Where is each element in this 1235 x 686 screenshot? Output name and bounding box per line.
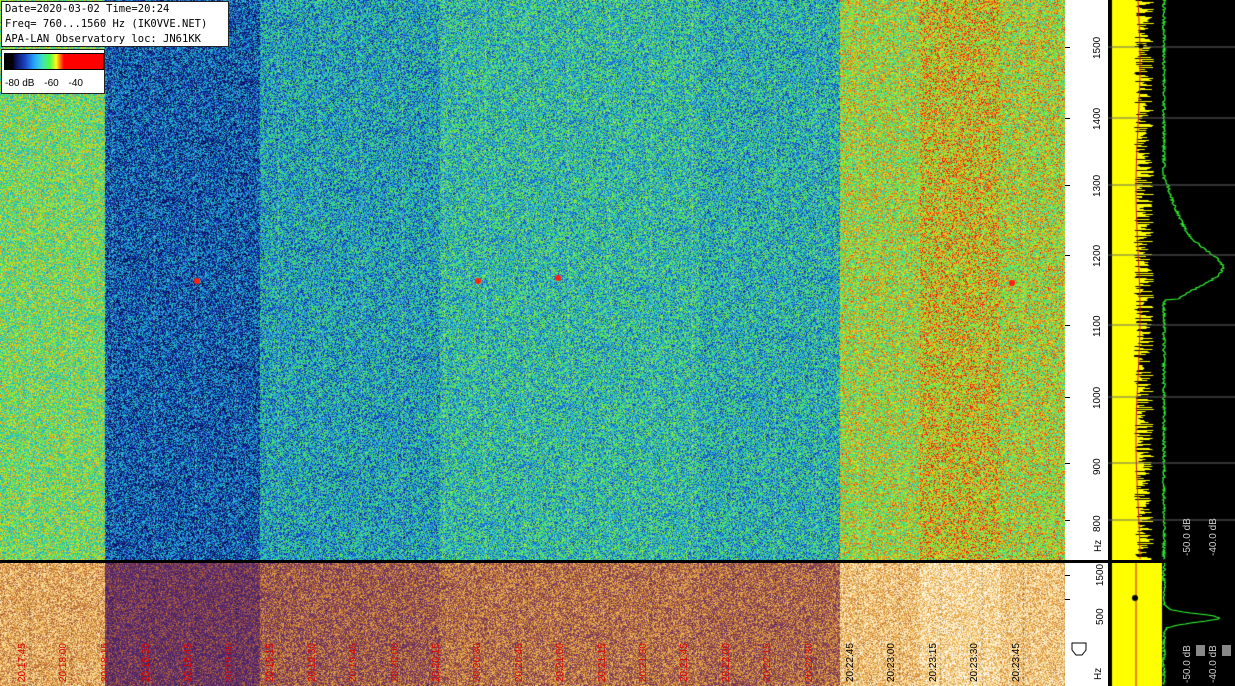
scale-label-max: -40 bbox=[68, 78, 83, 89]
lower-db-label-high: -40.0 dB bbox=[1208, 645, 1219, 683]
main-db-label-low: -50.0 dB bbox=[1182, 518, 1193, 556]
main-axis-tick-1000: 1000 bbox=[1092, 386, 1103, 409]
lower-waterfall[interactable]: 20:17:45 20:18:00 20:18:15 20:18:30 20:18:45… bbox=[0, 563, 1065, 686]
time-label: 20:23:30 bbox=[969, 643, 981, 682]
lower-frequency-axis: 1500 500 Hz bbox=[1065, 563, 1107, 686]
time-label: 20:22:30 bbox=[803, 643, 815, 682]
main-db-label-high: -40.0 dB bbox=[1208, 518, 1219, 556]
main-axis-tick-900: 900 bbox=[1092, 458, 1103, 475]
time-label: 20:19:00 bbox=[224, 643, 235, 682]
time-label: 20:21:30 bbox=[638, 643, 649, 682]
main-axis-tick-1100: 1100 bbox=[1092, 315, 1103, 337]
time-label: 20:22:45 bbox=[845, 643, 856, 682]
main-waterfall[interactable]: Date=2020-03-02 Time=20:24 Freq= 760...1… bbox=[0, 0, 1065, 560]
lower-spectrum: -50.0 dB -40.0 dB bbox=[1108, 563, 1235, 686]
filter-icon[interactable] bbox=[1071, 641, 1087, 657]
lower-db-label-low: -50.0 dB bbox=[1182, 645, 1193, 683]
scale-label-min: -80 dB bbox=[5, 78, 35, 89]
info-frequency: Freq= 760...1560 Hz (IK0VVE.NET) bbox=[5, 18, 208, 30]
info-box: Date=2020-03-02 Time=20:24 Freq= 760...1… bbox=[1, 1, 229, 47]
main-axis-tick-1400: 1400 bbox=[1092, 107, 1103, 130]
main-axis-unit: Hz bbox=[1093, 539, 1104, 552]
info-observatory: APA-LAN Observatory loc: JN61KK bbox=[5, 33, 201, 45]
time-label: 20:19:30 bbox=[306, 643, 318, 682]
time-label: 20:20:00 bbox=[389, 643, 401, 682]
info-date-time: Date=2020-03-02 Time=20:24 bbox=[5, 3, 170, 15]
time-label: 20:20:30 bbox=[472, 643, 484, 682]
lower-axis-tick-500: 500 bbox=[1095, 608, 1106, 625]
main-spectrum-canvas bbox=[1108, 0, 1235, 560]
color-scale: -80 dB -60 -40 bbox=[1, 49, 105, 94]
color-scale-bar bbox=[4, 53, 104, 70]
lower-axis-tick-1500: 1500 bbox=[1095, 563, 1106, 587]
main-waterfall-canvas[interactable] bbox=[0, 0, 1065, 560]
main-axis-tick-1500: 1500 bbox=[1092, 36, 1103, 59]
main-axis-tick-1200: 1200 bbox=[1092, 244, 1103, 267]
time-label: 20:23:15 bbox=[927, 643, 939, 682]
time-label: 20:17:45 bbox=[17, 643, 28, 682]
time-label: 20:18:15 bbox=[99, 643, 111, 682]
time-label: 20:20:15 bbox=[431, 643, 442, 682]
main-frequency-axis: 1500 1400 1300 1200 1100 1000 900 800 Hz bbox=[1065, 0, 1107, 560]
lower-axis-unit: Hz bbox=[1093, 667, 1104, 680]
lower-spectrum-marker-2 bbox=[1222, 645, 1231, 656]
time-label: 20:18:00 bbox=[58, 643, 70, 682]
time-label: 20:19:45 bbox=[348, 643, 360, 682]
time-label: 20:18:45 bbox=[182, 643, 194, 682]
main-axis-tick-800: 800 bbox=[1092, 515, 1103, 532]
time-label: 20:19:15 bbox=[265, 643, 277, 682]
time-label: 20:21:15 bbox=[596, 643, 608, 682]
time-label: 20:21:00 bbox=[555, 643, 567, 682]
time-label: 20:21:45 bbox=[679, 643, 691, 682]
time-label: 20:22:15 bbox=[762, 643, 774, 682]
time-label: 20:20:45 bbox=[513, 643, 525, 682]
main-spectrum: -50.0 dB -40.0 dB bbox=[1108, 0, 1235, 560]
color-scale-labels: -80 dB -60 -40 bbox=[5, 78, 90, 89]
lower-spectrum-marker-1 bbox=[1196, 645, 1205, 656]
time-label: 20:23:00 bbox=[886, 643, 898, 682]
time-label: 20:22:00 bbox=[720, 643, 732, 682]
time-label: 20:18:30 bbox=[141, 643, 153, 682]
scale-label-mid: -60 bbox=[44, 78, 59, 89]
lower-waterfall-canvas[interactable] bbox=[0, 563, 1065, 686]
main-axis-tick-1300: 1300 bbox=[1092, 174, 1103, 197]
time-label: 20:23:45 bbox=[1010, 643, 1022, 682]
